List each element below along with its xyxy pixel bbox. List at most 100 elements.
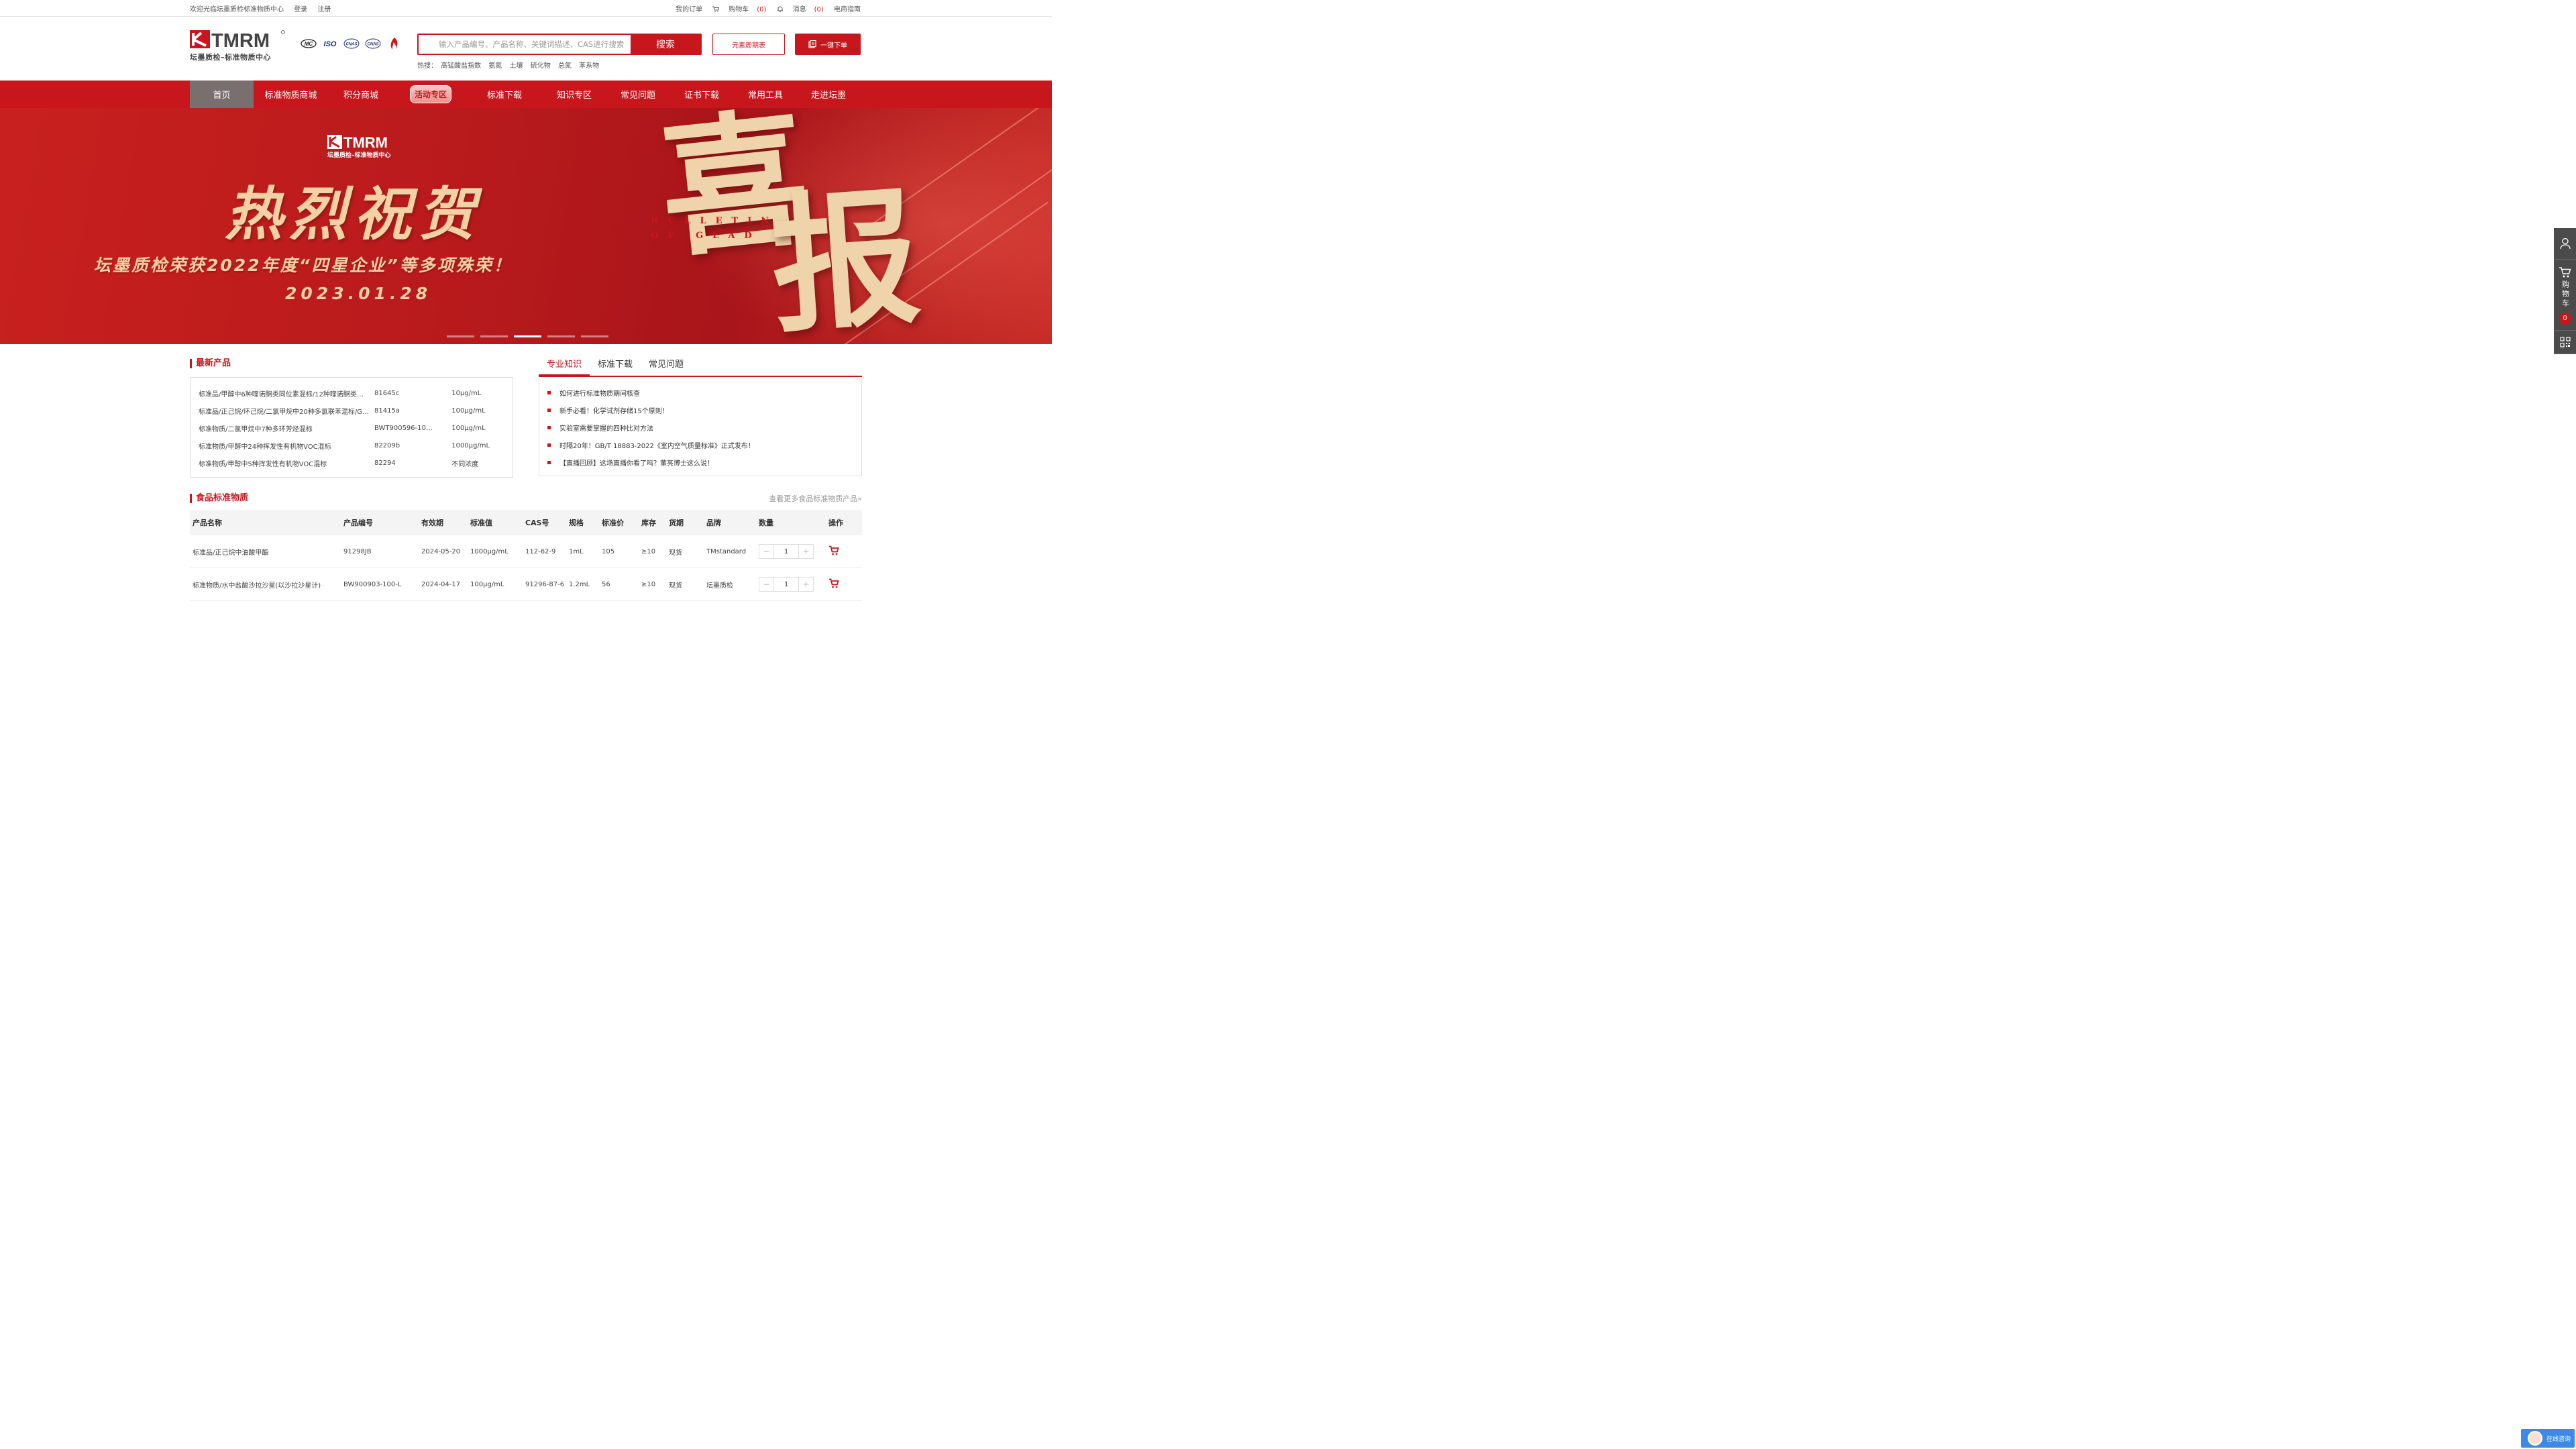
search-button[interactable]: 搜索 bbox=[631, 35, 700, 54]
product-name[interactable]: 标准物质/甲醇中5种挥发性有机物VOC混标 bbox=[199, 458, 374, 468]
sidebar-cart-count: 0 bbox=[2559, 313, 2571, 325]
bullet-icon bbox=[547, 425, 551, 429]
hot-term[interactable]: 硫化物 bbox=[531, 62, 551, 70]
product-name[interactable]: 标准品/正己烷/环己烷/二氯甲烷中20种多氯联苯混标/G… bbox=[199, 406, 374, 416]
cell-name[interactable]: 标准品/正己烷中油酸甲酯 bbox=[190, 547, 343, 557]
product-name[interactable]: 标准品/甲醇中6种喹诺酮类同位素混标/12种喹诺酮类… bbox=[199, 388, 374, 398]
my-orders-link[interactable]: 我的订单 bbox=[676, 6, 702, 13]
nav-faq[interactable]: 常见问题 bbox=[607, 80, 669, 108]
cell-brand: 坛墨质检 bbox=[706, 582, 733, 590]
nav-standards-download[interactable]: 标准下载 bbox=[468, 80, 541, 108]
cell-quantity: − 1 + bbox=[759, 544, 828, 559]
list-item[interactable]: 标准品/正己烷/环己烷/二氯甲烷中20种多氯联苯混标/G… 81415a 100… bbox=[199, 402, 504, 419]
banner-title: 热烈祝贺 bbox=[225, 181, 482, 248]
cell-name[interactable]: 标准物质/水中盐酸沙拉沙星(以沙拉沙星计) bbox=[190, 580, 343, 590]
col-header: 库存 bbox=[641, 519, 656, 527]
list-item[interactable]: 标准物质/甲醇中24种挥发性有机物VOC混标 82209b 1000μg/mL bbox=[199, 437, 504, 454]
nav-home[interactable]: 首页 bbox=[190, 80, 254, 108]
quantity-input[interactable]: 1 bbox=[773, 545, 799, 558]
carousel-dot-active[interactable] bbox=[514, 335, 541, 337]
food-products-table: 产品名称 产品编号 有效期 标准值 CAS号 规格 标准价 库存 货期 品牌 数… bbox=[190, 510, 862, 601]
sidebar-qrcode[interactable] bbox=[2554, 331, 2576, 354]
carousel-dot[interactable] bbox=[447, 335, 474, 337]
register-link[interactable]: 注册 bbox=[317, 6, 331, 13]
search-bar: 搜索 bbox=[417, 34, 702, 55]
cell-spec: 1.2mL bbox=[569, 580, 590, 588]
quantity-stepper: − 1 + bbox=[759, 577, 814, 592]
banner-english-text: BULLETIN OF GLAD bbox=[651, 216, 779, 241]
quantity-input[interactable]: 1 bbox=[773, 578, 799, 591]
sidebar-cart[interactable]: 购物车 0 bbox=[2554, 260, 2576, 331]
product-name[interactable]: 标准物质/二氯甲烷中7种多环芳烃混标 bbox=[199, 423, 374, 433]
cart-link[interactable]: 购物车 (0) bbox=[712, 6, 768, 13]
product-concentration: 100μg/mL bbox=[451, 424, 486, 432]
hot-term[interactable]: 高锰酸盐指数 bbox=[441, 62, 481, 70]
tab-faq[interactable]: 常见问题 bbox=[641, 357, 692, 376]
increment-button[interactable]: + bbox=[799, 578, 813, 591]
carousel-dot[interactable] bbox=[480, 335, 508, 337]
activity-badge: 活动专区 bbox=[409, 85, 451, 103]
sidebar-user[interactable] bbox=[2554, 228, 2576, 260]
list-item[interactable]: 如何进行标准物质期间核查 bbox=[547, 384, 853, 401]
hot-term[interactable]: 土壤 bbox=[510, 62, 523, 70]
carousel-dot[interactable] bbox=[547, 335, 575, 337]
increment-button[interactable]: + bbox=[799, 545, 813, 558]
cell-stock: ≥10 bbox=[641, 547, 656, 555]
hot-term[interactable]: 苯系物 bbox=[579, 62, 599, 70]
list-item[interactable]: 实验室需要掌握的四种比对方法 bbox=[547, 419, 853, 436]
bullet-icon bbox=[547, 408, 551, 412]
nav-tools[interactable]: 常用工具 bbox=[735, 80, 796, 108]
article-title[interactable]: 时隔20年！GB/T 18883-2022《室内空气质量标准》正式发布！ bbox=[559, 440, 755, 450]
messages-link[interactable]: 消息 (0) bbox=[777, 6, 826, 13]
add-to-cart-icon[interactable] bbox=[828, 545, 839, 555]
banner-date: 2023.01.28 bbox=[285, 284, 432, 303]
cell-code: BW900903-100-L bbox=[343, 580, 402, 588]
messages-count: (0) bbox=[814, 6, 824, 13]
cell-value: 1000μg/mL bbox=[470, 547, 508, 555]
list-item[interactable]: 标准物质/二氯甲烷中7种多环芳烃混标 BWT900596-10… 100μg/m… bbox=[199, 419, 504, 437]
cell-quantity: − 1 + bbox=[759, 577, 828, 592]
nav-knowledge[interactable]: 知识专区 bbox=[541, 80, 607, 108]
cell-action bbox=[828, 545, 862, 557]
login-link[interactable]: 登录 bbox=[294, 6, 307, 13]
col-header: 规格 bbox=[569, 519, 584, 527]
nav-standards-mall[interactable]: 标准物质商城 bbox=[254, 80, 328, 108]
article-title[interactable]: 新手必看！化学试剂存储15个原则！ bbox=[559, 405, 669, 415]
decrement-button[interactable]: − bbox=[759, 545, 773, 558]
cell-code: 91298JB bbox=[343, 547, 372, 555]
hot-searches: 热搜： 高锰酸盐指数 氨氮 土壤 硫化物 总氮 苯系物 bbox=[417, 60, 604, 70]
hot-term[interactable]: 总氮 bbox=[558, 62, 572, 70]
online-chat-button[interactable]: 在线咨询 bbox=[2521, 1429, 2575, 1448]
list-item[interactable]: 时隔20年！GB/T 18883-2022《室内空气质量标准》正式发布！ bbox=[547, 436, 853, 453]
col-header: 货期 bbox=[669, 519, 684, 527]
view-more-food-link[interactable]: 查看更多食品标准物质产品» bbox=[769, 493, 862, 504]
product-name[interactable]: 标准物质/甲醇中24种挥发性有机物VOC混标 bbox=[199, 441, 374, 451]
article-title[interactable]: 如何进行标准物质期间核查 bbox=[559, 388, 640, 398]
search-input[interactable] bbox=[419, 35, 631, 54]
hot-term[interactable]: 氨氮 bbox=[488, 62, 502, 70]
cart-icon bbox=[712, 6, 720, 12]
site-header: TMRM 坛墨质检–标准物质中心 MC ISO CNAS CNAS 搜索 热搜：… bbox=[0, 17, 1052, 80]
list-item[interactable]: 标准品/甲醇中6种喹诺酮类同位素混标/12种喹诺酮类… 81645c 10μg/… bbox=[199, 384, 504, 402]
nav-certificate-download[interactable]: 证书下载 bbox=[669, 80, 735, 108]
hero-banner[interactable]: TMRM 坛墨质检–标准物质中心 热烈祝贺 坛墨质检荣获2022年度“四星企业”… bbox=[0, 108, 1052, 344]
one-click-order-button[interactable]: 一键下单 bbox=[795, 34, 861, 55]
list-item[interactable]: 新手必看！化学试剂存储15个原则！ bbox=[547, 401, 853, 419]
nav-points-mall[interactable]: 积分商城 bbox=[328, 80, 394, 108]
tab-professional-knowledge[interactable]: 专业知识 bbox=[539, 357, 590, 376]
carousel-dot[interactable] bbox=[581, 335, 608, 337]
nav-activity-zone[interactable]: 活动专区 bbox=[394, 80, 468, 108]
nav-about[interactable]: 走进坛墨 bbox=[796, 80, 861, 108]
ecom-guide-link[interactable]: 电商指南 bbox=[834, 6, 861, 13]
decrement-button[interactable]: − bbox=[759, 578, 773, 591]
tab-standards-download[interactable]: 标准下载 bbox=[590, 357, 641, 376]
list-item[interactable]: 标准物质/甲醇中5种挥发性有机物VOC混标 82294 不同浓度 bbox=[199, 454, 504, 472]
article-title[interactable]: 实验室需要掌握的四种比对方法 bbox=[559, 423, 653, 433]
product-code: 81415a bbox=[374, 407, 400, 415]
add-to-cart-icon[interactable] bbox=[828, 578, 839, 588]
periodic-table-button[interactable]: 元素周期表 bbox=[712, 34, 785, 55]
article-title[interactable]: 【直播回顾】这场直播你看了吗？董亮博士这么说！ bbox=[559, 458, 714, 468]
cell-price: 105 bbox=[602, 547, 615, 555]
product-code: 82209b bbox=[374, 441, 400, 449]
list-item[interactable]: 【直播回顾】这场直播你看了吗？董亮博士这么说！ bbox=[547, 453, 853, 471]
